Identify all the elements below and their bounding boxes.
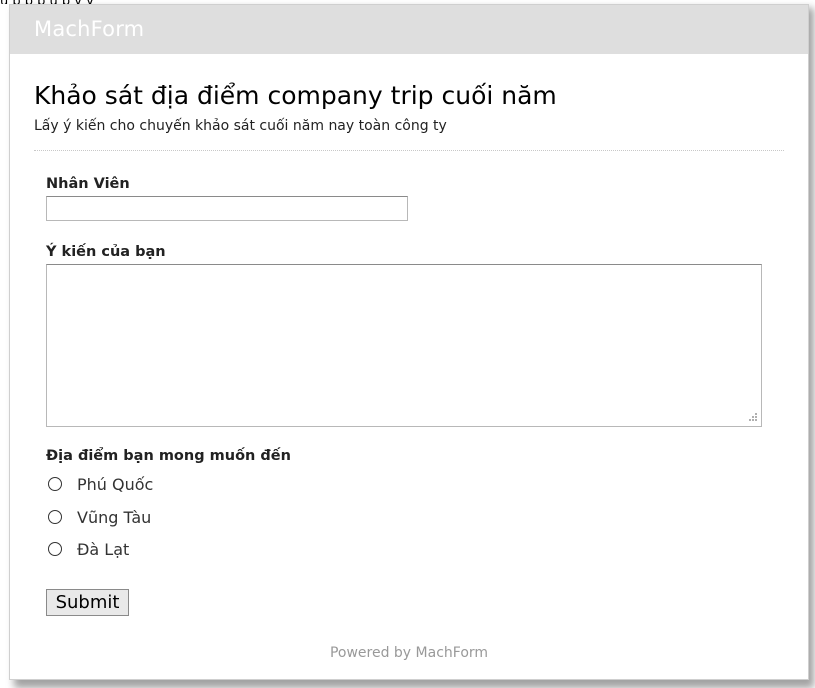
location-label: Địa điểm bạn mong muốn đến [46,448,291,464]
submit-button[interactable]: Submit [46,589,129,616]
radio-option-vung-tau[interactable]: Vũng Tàu [48,506,151,528]
top-clipped-text: ụ p p p ụ p ỵ ỵ [0,0,815,4]
radio-button[interactable] [48,542,62,556]
radio-label[interactable]: Vũng Tàu [77,508,151,527]
radio-label[interactable]: Đà Lạt [77,540,129,559]
opinion-label: Ý kiến của bạn [46,244,166,260]
radio-button[interactable] [48,477,62,491]
resize-grip-icon[interactable] [748,412,758,422]
opinion-textarea[interactable] [46,264,762,427]
radio-option-phu-quoc[interactable]: Phú Quốc [48,473,153,495]
employee-input[interactable] [46,196,408,221]
form-title: Khảo sát địa điểm company trip cuối năm [34,81,557,110]
machform-logo[interactable]: MachForm [34,17,144,41]
form-description: Lấy ý kiến cho chuyến khảo sát cuối năm … [34,118,447,134]
divider [34,150,784,151]
radio-label[interactable]: Phú Quốc [77,475,153,494]
employee-label: Nhân Viên [46,176,130,192]
radio-option-da-lat[interactable]: Đà Lạt [48,538,129,560]
radio-button[interactable] [48,510,62,524]
powered-by-footer: Powered by MachForm [329,645,489,661]
header-bar: MachForm [10,5,808,54]
form-container: MachForm Khảo sát địa điểm company trip … [9,4,809,680]
